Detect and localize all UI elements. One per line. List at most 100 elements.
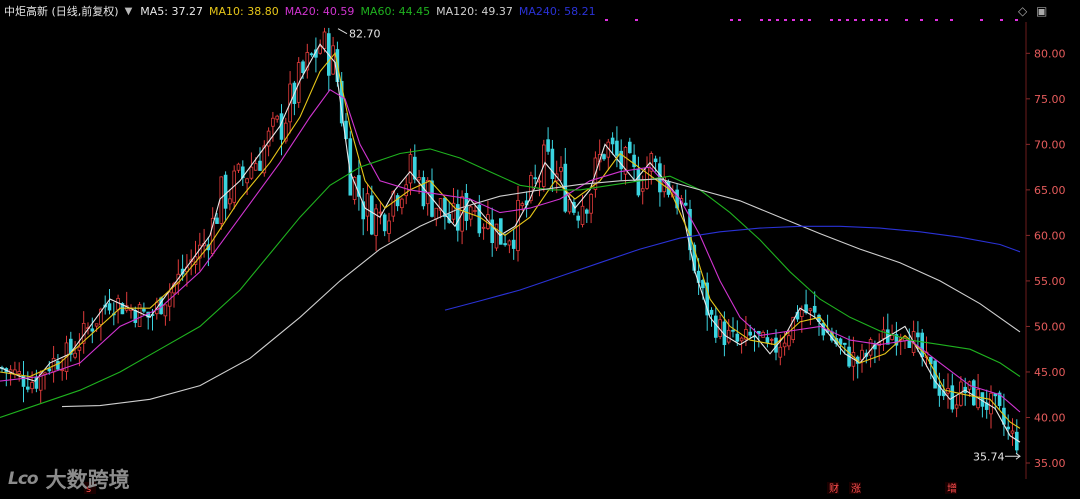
candle-body — [954, 404, 959, 409]
candle-body — [589, 193, 593, 214]
event-dot — [935, 19, 938, 21]
event-marker-label: 涨 — [851, 483, 861, 495]
candle-body — [546, 139, 550, 152]
event-dot — [905, 19, 908, 21]
candle-body — [245, 178, 249, 184]
event-dot — [846, 19, 849, 21]
candle-body — [920, 332, 924, 358]
event-dot — [792, 19, 795, 21]
y-tick-label: 45.00 — [1034, 366, 1066, 379]
logo-mark: Lco — [8, 469, 39, 489]
candle-body — [890, 334, 894, 340]
candle-body — [116, 298, 120, 311]
candle-body — [550, 148, 555, 179]
event-dot — [760, 19, 763, 21]
ma-line-ma120 — [61, 178, 1021, 408]
ma-line-ma60 — [0, 148, 1021, 419]
logo-text: 大数跨境 — [45, 468, 130, 492]
high-price-label: 82.70 — [349, 28, 381, 41]
event-dot — [980, 19, 983, 21]
candle-body — [228, 198, 232, 205]
candle-body — [378, 211, 383, 214]
candle-body — [309, 53, 314, 56]
candle-body — [275, 115, 279, 120]
y-tick-label: 80.00 — [1034, 47, 1066, 60]
candle-body — [73, 352, 77, 358]
candle-body — [494, 223, 499, 249]
candle-body — [253, 163, 258, 171]
candle-body — [701, 279, 705, 289]
candle-body — [369, 195, 374, 235]
candle-body — [645, 167, 649, 189]
candle-body — [408, 154, 413, 184]
low-price-label: 35.74 — [973, 450, 1005, 463]
candle-body — [989, 392, 993, 415]
candle-body — [258, 160, 262, 171]
candle-body — [17, 371, 21, 375]
candle-body — [395, 195, 400, 207]
y-tick-label: 55.00 — [1034, 275, 1066, 288]
y-tick-label: 70.00 — [1034, 138, 1066, 151]
candle-body — [77, 346, 82, 351]
event-marker-label: 财 — [829, 482, 839, 495]
candle-body — [417, 177, 421, 181]
candle-body — [580, 205, 585, 225]
event-dot — [808, 19, 811, 21]
event-dot — [862, 19, 865, 21]
candle-body — [490, 219, 494, 244]
event-dot — [776, 19, 779, 21]
candle-body — [473, 210, 477, 212]
candle-body — [683, 202, 688, 206]
event-dot — [870, 19, 873, 21]
candle-body — [94, 323, 99, 327]
high-marker-arrow — [337, 28, 348, 35]
candle-body — [215, 217, 219, 224]
candle-body — [714, 315, 718, 338]
candle-body — [365, 193, 370, 217]
candle-body — [778, 346, 783, 358]
event-dot — [950, 19, 953, 21]
candle-body — [142, 308, 146, 312]
candle-body — [1010, 430, 1015, 434]
candle-body — [709, 309, 714, 315]
candle-body — [585, 209, 589, 214]
y-tick-label: 75.00 — [1034, 93, 1066, 106]
event-dot — [1000, 19, 1003, 21]
event-dot — [605, 19, 608, 21]
candle-body — [47, 368, 52, 372]
event-dot — [830, 19, 833, 21]
candle-body — [916, 332, 920, 338]
candle-body — [219, 176, 224, 224]
candle-body — [163, 304, 168, 317]
candles — [0, 27, 1019, 455]
event-dot — [738, 19, 741, 21]
candle-body — [322, 31, 327, 49]
candle-body — [520, 203, 525, 207]
event-dot — [635, 19, 638, 21]
candle-body — [318, 46, 322, 54]
candle-body — [56, 361, 60, 370]
candle-body — [868, 339, 873, 356]
candle-body — [90, 328, 95, 332]
candle-body — [567, 199, 572, 213]
event-dot — [838, 19, 841, 21]
watermark-logo: Lco 大数跨境 — [8, 464, 130, 494]
price-chart: 80.00 75.00 70.00 65.00 60.00 55.00 50.00 45.00… — [0, 19, 1066, 495]
candle-body — [808, 308, 813, 312]
candle-body — [25, 386, 30, 390]
event-dot — [854, 19, 857, 21]
candle-body — [271, 117, 275, 127]
candle-body — [374, 208, 378, 236]
y-tick-label: 35.00 — [1034, 457, 1066, 470]
candle-body — [615, 140, 619, 156]
candle-body — [533, 177, 537, 180]
event-dot — [1015, 19, 1018, 21]
event-dot — [768, 19, 771, 21]
candle-body — [628, 141, 632, 154]
candle-body — [537, 180, 542, 183]
candle-body — [1006, 426, 1010, 430]
candle-body — [503, 243, 507, 246]
ma-line-ma20 — [0, 88, 1021, 413]
candle-body — [800, 309, 804, 317]
y-tick-label: 40.00 — [1034, 411, 1066, 424]
